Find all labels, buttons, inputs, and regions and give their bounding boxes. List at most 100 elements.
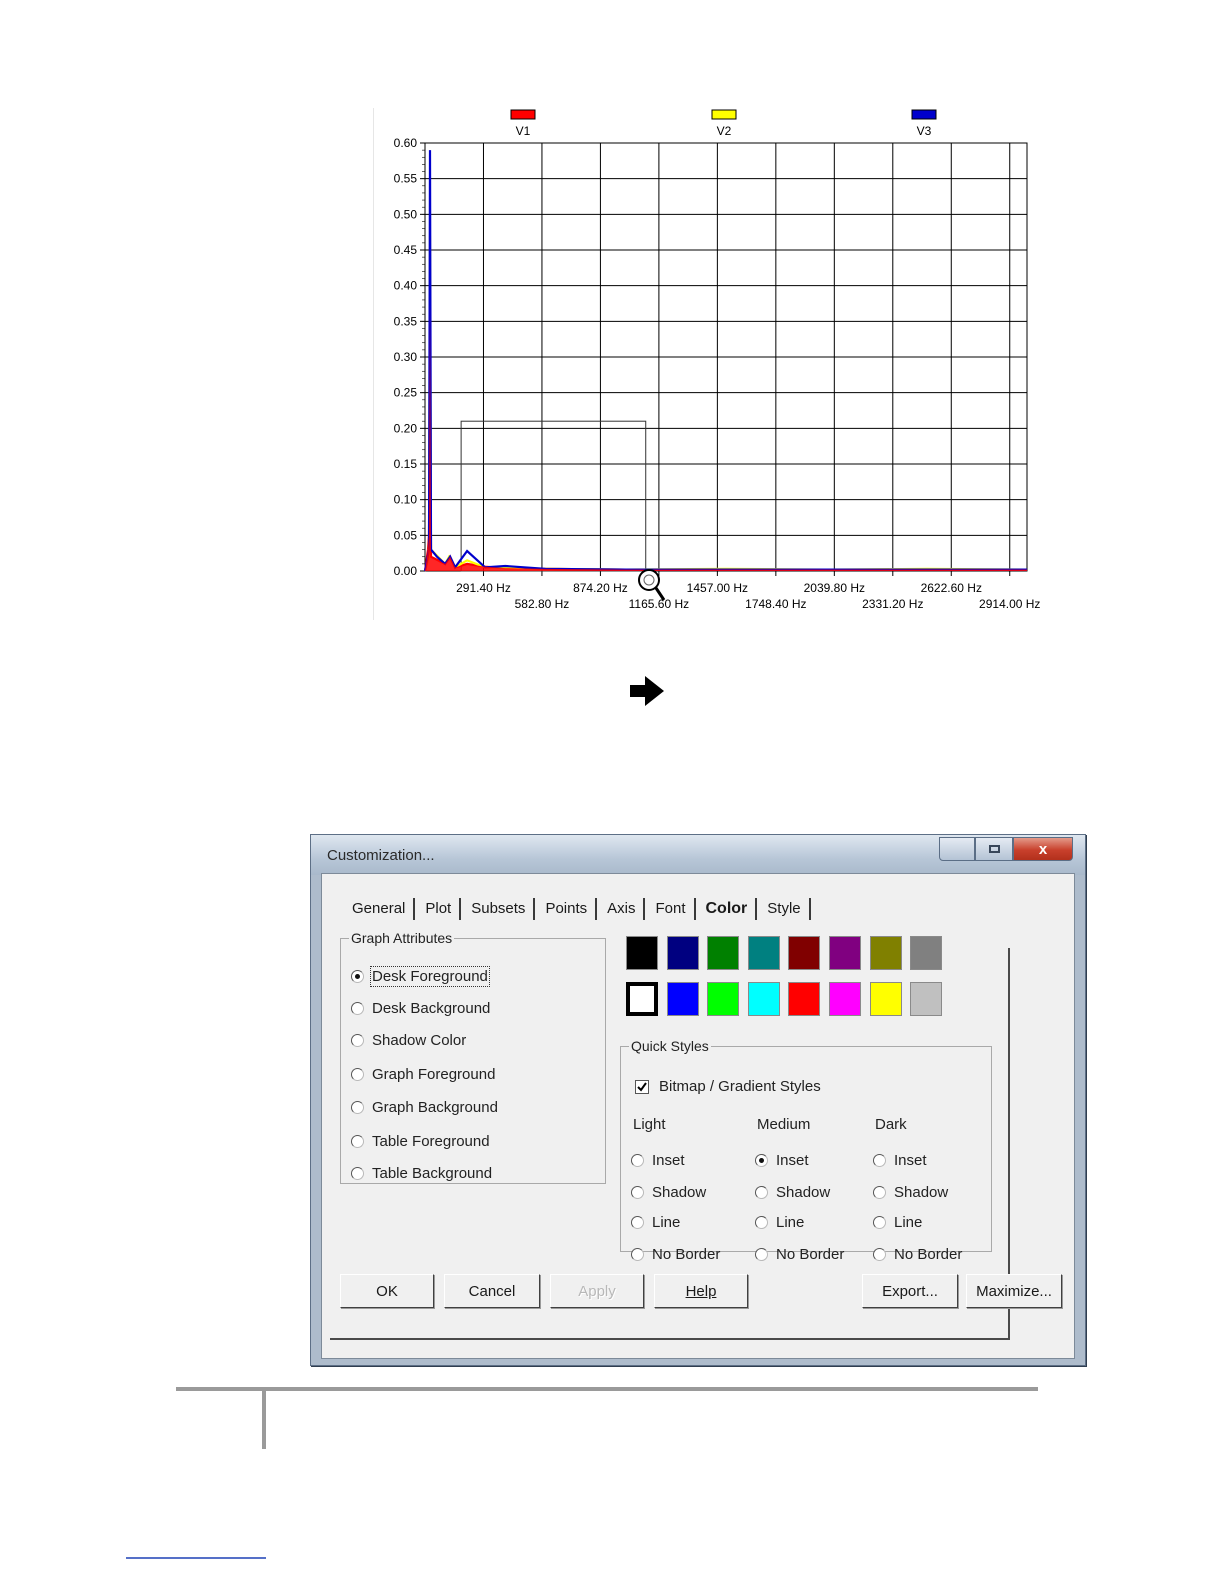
chart-svg: 0.00 0.05 0.10 0.15 0.20 0.25 0.30 0.35 0.40 0.45… — [394, 109, 1040, 611]
quick-styles-legend: Quick Styles — [631, 1038, 709, 1054]
close-button[interactable]: x — [1013, 837, 1073, 861]
color-palette — [626, 936, 956, 1024]
bitmap-gradient-checkbox[interactable]: Bitmap / Gradient Styles — [635, 1078, 821, 1095]
radio-dark-line[interactable]: Line — [873, 1214, 922, 1231]
color-swatch[interactable] — [829, 982, 861, 1016]
legend-label-v1: V1 — [516, 124, 531, 138]
radio-button[interactable] — [873, 1154, 886, 1167]
right-arrow-icon — [630, 676, 664, 706]
bitmap-gradient-label: Bitmap / Gradient Styles — [659, 1078, 821, 1095]
color-swatch[interactable] — [910, 982, 943, 1016]
tab-font[interactable]: Font — [645, 898, 696, 920]
radio-button[interactable] — [873, 1248, 886, 1261]
apply-button[interactable]: Apply — [550, 1274, 644, 1308]
radio-button[interactable] — [351, 1034, 364, 1047]
restore-button[interactable] — [975, 837, 1013, 861]
y-tick-label: 0.35 — [394, 314, 418, 328]
radio-medium-line[interactable]: Line — [755, 1214, 804, 1231]
radio-desk-foreground[interactable]: Desk Foreground — [351, 966, 490, 987]
export-button[interactable]: Export... — [862, 1274, 958, 1308]
radio-button[interactable] — [755, 1186, 768, 1199]
radio-table-background[interactable]: Table Background — [351, 1165, 492, 1182]
radio-light-line[interactable]: Line — [631, 1214, 680, 1231]
graph-attributes-group: Graph Attributes Desk Foreground Desk Bac… — [340, 930, 606, 1184]
color-swatch[interactable] — [626, 982, 658, 1016]
color-swatch[interactable] — [707, 982, 740, 1016]
help-button[interactable]: Help — [654, 1274, 748, 1308]
tab-color[interactable]: Color — [696, 898, 758, 920]
color-swatch[interactable] — [747, 936, 780, 970]
color-swatch[interactable] — [707, 936, 740, 970]
radio-label: Line — [894, 1214, 923, 1231]
radio-table-foreground[interactable]: Table Foreground — [351, 1133, 490, 1150]
radio-button[interactable] — [351, 1101, 364, 1114]
radio-desk-background[interactable]: Desk Background — [351, 1000, 490, 1017]
radio-dark-shadow[interactable]: Shadow — [873, 1184, 948, 1201]
color-swatch[interactable] — [666, 982, 699, 1016]
minimize-button[interactable] — [939, 837, 975, 861]
color-swatch[interactable] — [869, 936, 902, 970]
radio-label: No Border — [894, 1246, 963, 1263]
legend-label-v3: V3 — [917, 124, 932, 138]
radio-button[interactable] — [755, 1154, 768, 1167]
color-swatch[interactable] — [869, 982, 902, 1016]
tab-axis[interactable]: Axis — [597, 898, 646, 920]
tab-subsets[interactable]: Subsets — [461, 898, 536, 920]
checkbox-box[interactable] — [635, 1079, 649, 1094]
radio-medium-shadow[interactable]: Shadow — [755, 1184, 830, 1201]
radio-button[interactable] — [631, 1216, 644, 1229]
radio-button[interactable] — [873, 1186, 886, 1199]
radio-shadow-color[interactable]: Shadow Color — [351, 1032, 466, 1049]
radio-graph-foreground[interactable]: Graph Foreground — [351, 1066, 495, 1083]
color-swatch[interactable] — [910, 936, 943, 970]
x-tick-label: 1457.00 Hz — [687, 581, 748, 595]
color-swatch[interactable] — [788, 936, 821, 970]
radio-light-shadow[interactable]: Shadow — [631, 1184, 706, 1201]
quick-styles-group: Quick Styles Bitmap / Gradient Styles Li… — [620, 1038, 992, 1263]
color-swatch[interactable] — [788, 982, 821, 1016]
x-tick-label: 2039.80 Hz — [804, 581, 865, 595]
radio-medium-no-border[interactable]: No Border — [755, 1246, 844, 1263]
radio-button[interactable] — [351, 1002, 364, 1015]
radio-button[interactable] — [631, 1186, 644, 1199]
tab-points[interactable]: Points — [535, 898, 598, 920]
radio-button[interactable] — [755, 1216, 768, 1229]
radio-graph-background[interactable]: Graph Background — [351, 1099, 498, 1116]
radio-light-no-border[interactable]: No Border — [631, 1246, 720, 1263]
tab-style[interactable]: Style — [757, 898, 811, 920]
ok-button[interactable]: OK — [340, 1274, 434, 1308]
tab-plot[interactable]: Plot — [415, 898, 462, 920]
tab-strip: General Plot Subsets Points Axis Font Color Sty… — [342, 898, 811, 920]
radio-label: No Border — [776, 1246, 845, 1263]
radio-label: Shadow — [894, 1184, 949, 1201]
radio-button[interactable] — [755, 1248, 768, 1261]
radio-button[interactable] — [351, 1068, 364, 1081]
color-swatch[interactable] — [829, 936, 861, 970]
x-tick-label: 291.40 Hz — [456, 581, 511, 595]
radio-medium-inset[interactable]: Inset — [755, 1152, 809, 1169]
color-swatch[interactable] — [747, 982, 780, 1016]
radio-light-inset[interactable]: Inset — [631, 1152, 685, 1169]
x-tick-label: 1165.60 Hz — [629, 597, 690, 611]
maximize-button[interactable]: Maximize... — [966, 1274, 1062, 1308]
radio-dark-inset[interactable]: Inset — [873, 1152, 927, 1169]
color-swatch[interactable] — [626, 936, 658, 970]
radio-button[interactable] — [631, 1154, 644, 1167]
radio-button[interactable] — [631, 1248, 644, 1261]
radio-button[interactable] — [873, 1216, 886, 1229]
title-bar[interactable]: Customization... x — [311, 835, 1085, 875]
radio-dark-no-border[interactable]: No Border — [873, 1246, 962, 1263]
radio-label: Desk Background — [372, 1000, 491, 1017]
color-swatch[interactable] — [666, 936, 699, 970]
tab-general[interactable]: General — [342, 898, 416, 920]
y-tick-label: 0.05 — [394, 528, 418, 542]
cancel-button[interactable]: Cancel — [444, 1274, 540, 1308]
radio-button[interactable] — [351, 1167, 364, 1180]
radio-button[interactable] — [351, 1135, 364, 1148]
radio-button[interactable] — [351, 970, 364, 983]
radio-label: Desk Foreground — [370, 966, 490, 987]
export-label: Export... — [882, 1282, 938, 1300]
radio-label: Line — [776, 1214, 805, 1231]
radio-label: Shadow Color — [372, 1032, 467, 1049]
legend-label-v2: V2 — [717, 124, 732, 138]
